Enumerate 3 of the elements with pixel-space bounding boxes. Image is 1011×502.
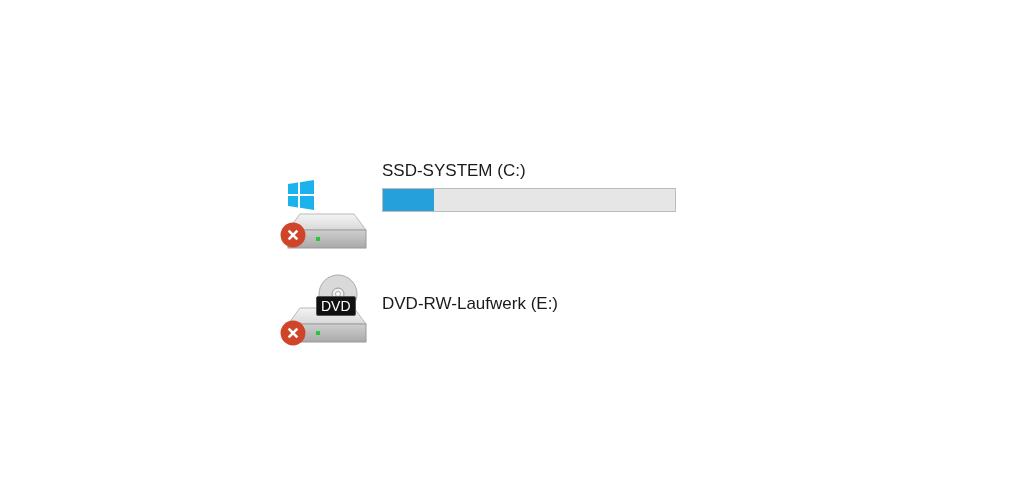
disc-label: DVD	[316, 296, 356, 316]
drive-name[interactable]: SSD-SYSTEM (C:)	[382, 160, 676, 182]
drive-name[interactable]: DVD-RW-Laufwerk (E:)	[382, 293, 558, 315]
